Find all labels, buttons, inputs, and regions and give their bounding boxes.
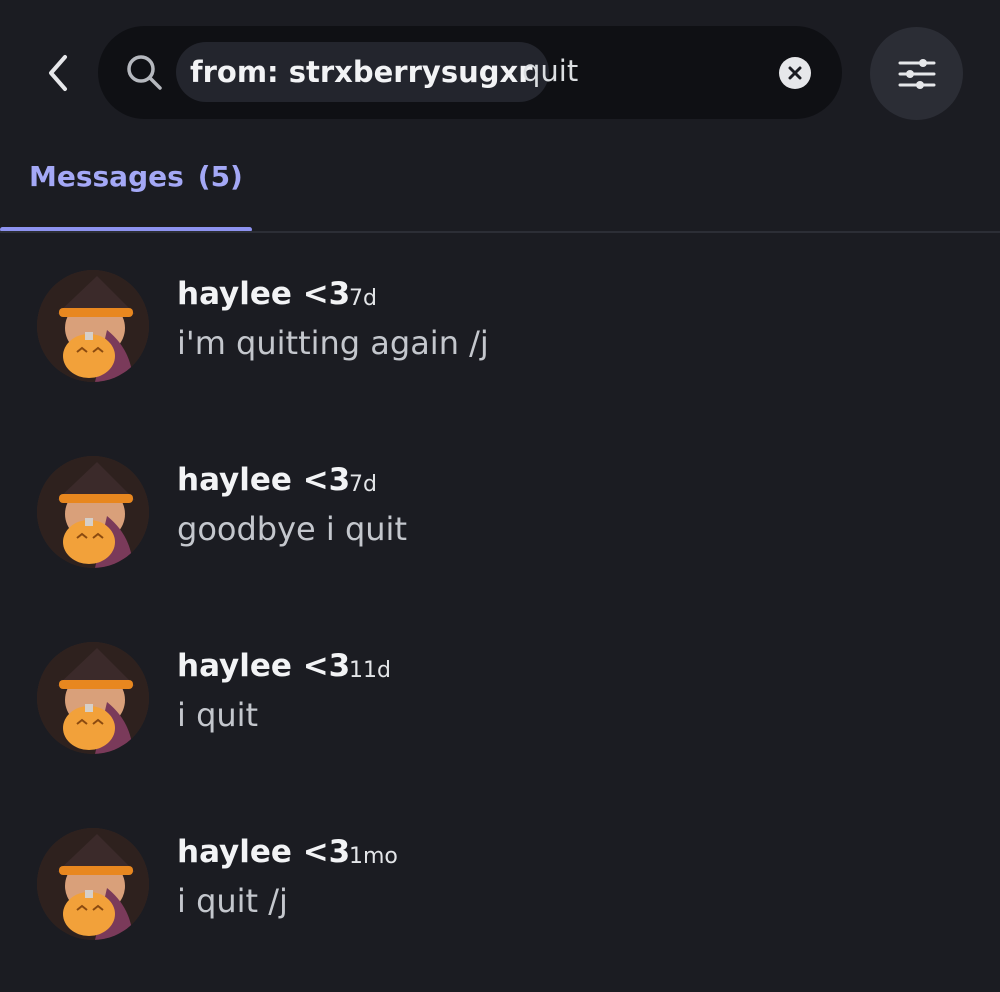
search-filter-chip[interactable]: from: strxberrysugxr (176, 42, 549, 102)
avatar[interactable] (37, 270, 149, 382)
search-bar[interactable]: from: strxberrysugxr quit (98, 26, 842, 119)
avatar-image (37, 270, 149, 382)
result-item[interactable]: haylee <3 7d i'm quitting again /j (0, 270, 1000, 420)
back-chevron-icon (49, 55, 67, 91)
message-author[interactable]: haylee <3 (177, 648, 350, 684)
message-text: i'm quitting again /j (177, 324, 489, 362)
message-timestamp: 11d (349, 658, 391, 683)
message-text: i quit (177, 696, 259, 734)
result-item[interactable]: haylee <3 7d goodbye i quit (0, 456, 1000, 606)
clear-search-button[interactable] (779, 57, 811, 89)
tab-messages-label: Messages (29, 160, 184, 193)
tab-messages[interactable]: Messages (5) (29, 160, 243, 193)
avatar-image (37, 828, 149, 940)
back-button[interactable] (38, 50, 78, 96)
filter-chip-label: from: strxberrysugxr (190, 55, 533, 89)
results-tabs: Messages (5) (0, 145, 1000, 233)
tab-messages-count: (5) (197, 160, 243, 193)
clear-icon (788, 66, 802, 80)
message-timestamp: 7d (349, 472, 377, 497)
avatar[interactable] (37, 642, 149, 754)
avatar[interactable] (37, 828, 149, 940)
avatar-image (37, 456, 149, 568)
message-timestamp: 1mo (349, 844, 398, 869)
filter-sliders-icon (898, 58, 935, 89)
search-filters-button[interactable] (870, 27, 963, 120)
message-timestamp: 7d (349, 286, 377, 311)
result-item[interactable]: haylee <3 11d i quit (0, 642, 1000, 792)
tabs-divider (0, 231, 1000, 233)
message-text: i quit /j (177, 882, 288, 920)
search-icon (127, 55, 162, 90)
message-author[interactable]: haylee <3 (177, 276, 350, 312)
message-text: goodbye i quit (177, 510, 407, 548)
search-query[interactable]: quit (522, 54, 578, 88)
search-header: from: strxberrysugxr quit (0, 0, 1000, 145)
result-item[interactable]: haylee <3 1mo i quit /j (0, 828, 1000, 978)
avatar[interactable] (37, 456, 149, 568)
message-author[interactable]: haylee <3 (177, 834, 350, 870)
message-author[interactable]: haylee <3 (177, 462, 350, 498)
avatar-image (37, 642, 149, 754)
